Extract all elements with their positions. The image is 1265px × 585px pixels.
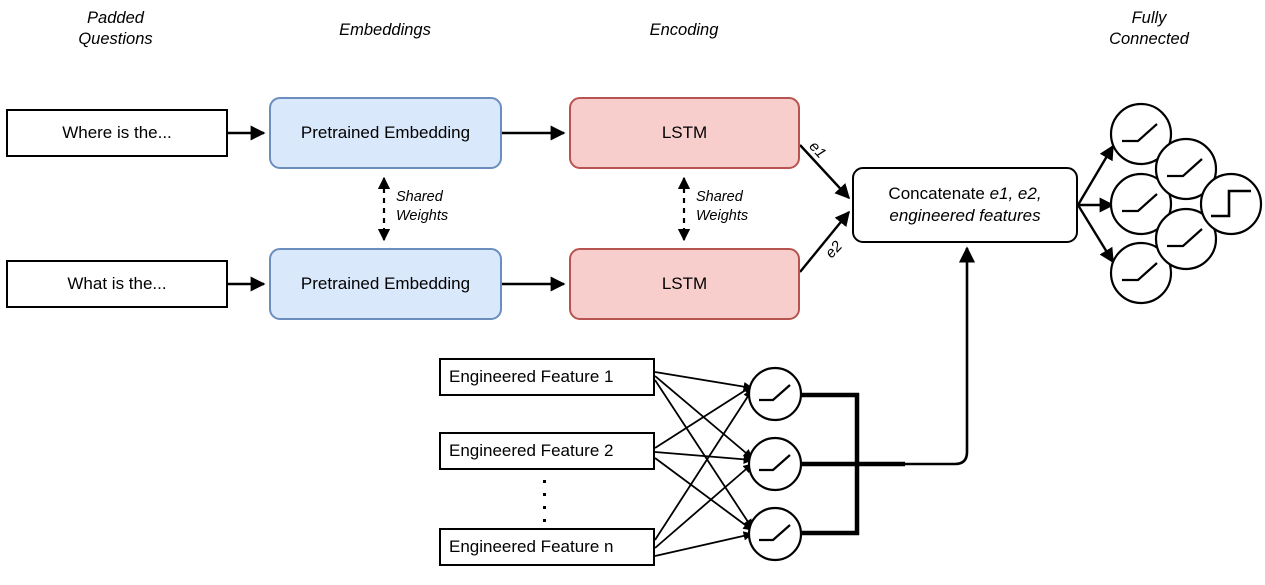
engineered-feature-box-1[interactable]: Engineered Feature 1 xyxy=(439,358,655,396)
concatenate-prefix-label: Concatenate xyxy=(888,184,990,203)
embedding-box-2-label: Pretrained Embedding xyxy=(300,274,471,293)
question-box-1-label: Where is the... xyxy=(62,123,172,142)
lstm-box-2-label: LSTM xyxy=(661,274,708,293)
lstm-box-1-label: LSTM xyxy=(661,123,708,142)
feature-neuron[interactable] xyxy=(747,436,803,492)
engineered-feature-box-n-label: Engineered Feature n xyxy=(449,537,614,556)
shared-weights-label-encoders: Shared Weights xyxy=(696,189,749,224)
engineered-feature-box-2[interactable]: Engineered Feature 2 xyxy=(439,432,655,470)
embedding-box-1-label: Pretrained Embedding xyxy=(300,123,471,142)
lstm-box-1[interactable]: LSTM xyxy=(569,97,800,169)
architecture-diagram: Padded Questions Embeddings Encoding Ful… xyxy=(0,0,1265,585)
output-neuron[interactable] xyxy=(1199,172,1263,236)
feature-ellipsis-icon xyxy=(541,480,547,522)
engineered-feature-box-1-label: Engineered Feature 1 xyxy=(449,367,614,386)
feature-neuron[interactable] xyxy=(747,506,803,562)
question-box-2[interactable]: What is the... xyxy=(6,260,228,308)
embedding-box-1[interactable]: Pretrained Embedding xyxy=(269,97,502,169)
question-box-2-label: What is the... xyxy=(67,274,167,293)
feature-neuron[interactable] xyxy=(747,366,803,422)
concatenate-box[interactable]: Concatenate e1, e2, engineered features xyxy=(852,167,1078,243)
lstm-box-2[interactable]: LSTM xyxy=(569,248,800,320)
engineered-feature-box-2-label: Engineered Feature 2 xyxy=(449,441,614,460)
engineered-feature-box-n[interactable]: Engineered Feature n xyxy=(439,528,655,566)
embedding-box-2[interactable]: Pretrained Embedding xyxy=(269,248,502,320)
question-box-1[interactable]: Where is the... xyxy=(6,109,228,157)
shared-weights-label-embeddings: Shared Weights xyxy=(396,189,449,224)
